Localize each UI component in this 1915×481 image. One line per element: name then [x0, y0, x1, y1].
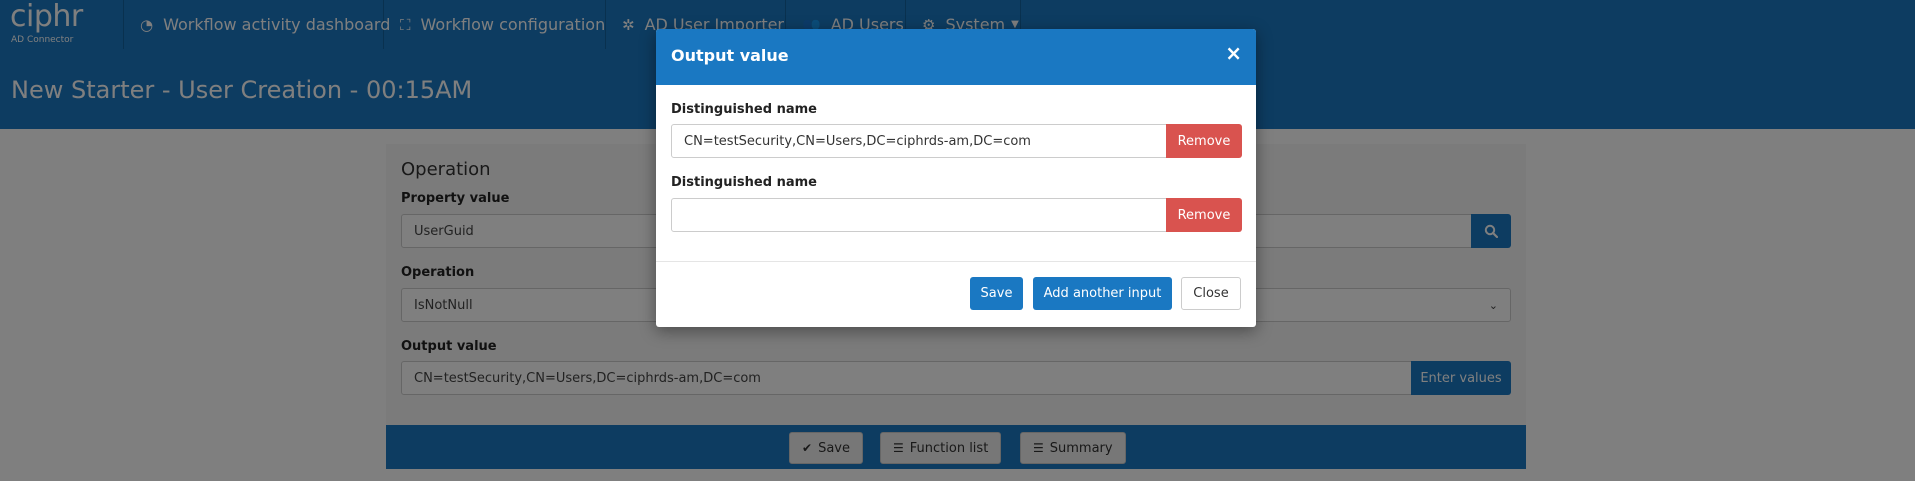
add-another-input-button[interactable]: Add another input	[1033, 277, 1172, 310]
modal-title: Output value	[671, 46, 789, 65]
distinguished-name-value: CN=testSecurity,CN=Users,DC=ciphrds-am,D…	[684, 133, 1031, 149]
modal-close-button[interactable]: Close	[1181, 277, 1241, 310]
modal-footer: Save Add another input Close	[656, 261, 1256, 327]
distinguished-name-label: Distinguished name	[671, 175, 817, 190]
modal-header: Output value ×	[656, 29, 1256, 85]
output-value-modal: Output value × Distinguished name CN=tes…	[656, 29, 1256, 327]
remove-button[interactable]: Remove	[1166, 198, 1242, 232]
distinguished-name-label: Distinguished name	[671, 102, 817, 117]
modal-save-button[interactable]: Save	[970, 277, 1023, 310]
close-icon[interactable]: ×	[1225, 43, 1242, 63]
distinguished-name-input[interactable]	[671, 198, 1168, 232]
remove-button[interactable]: Remove	[1166, 124, 1242, 158]
distinguished-name-input[interactable]: CN=testSecurity,CN=Users,DC=ciphrds-am,D…	[671, 124, 1168, 158]
